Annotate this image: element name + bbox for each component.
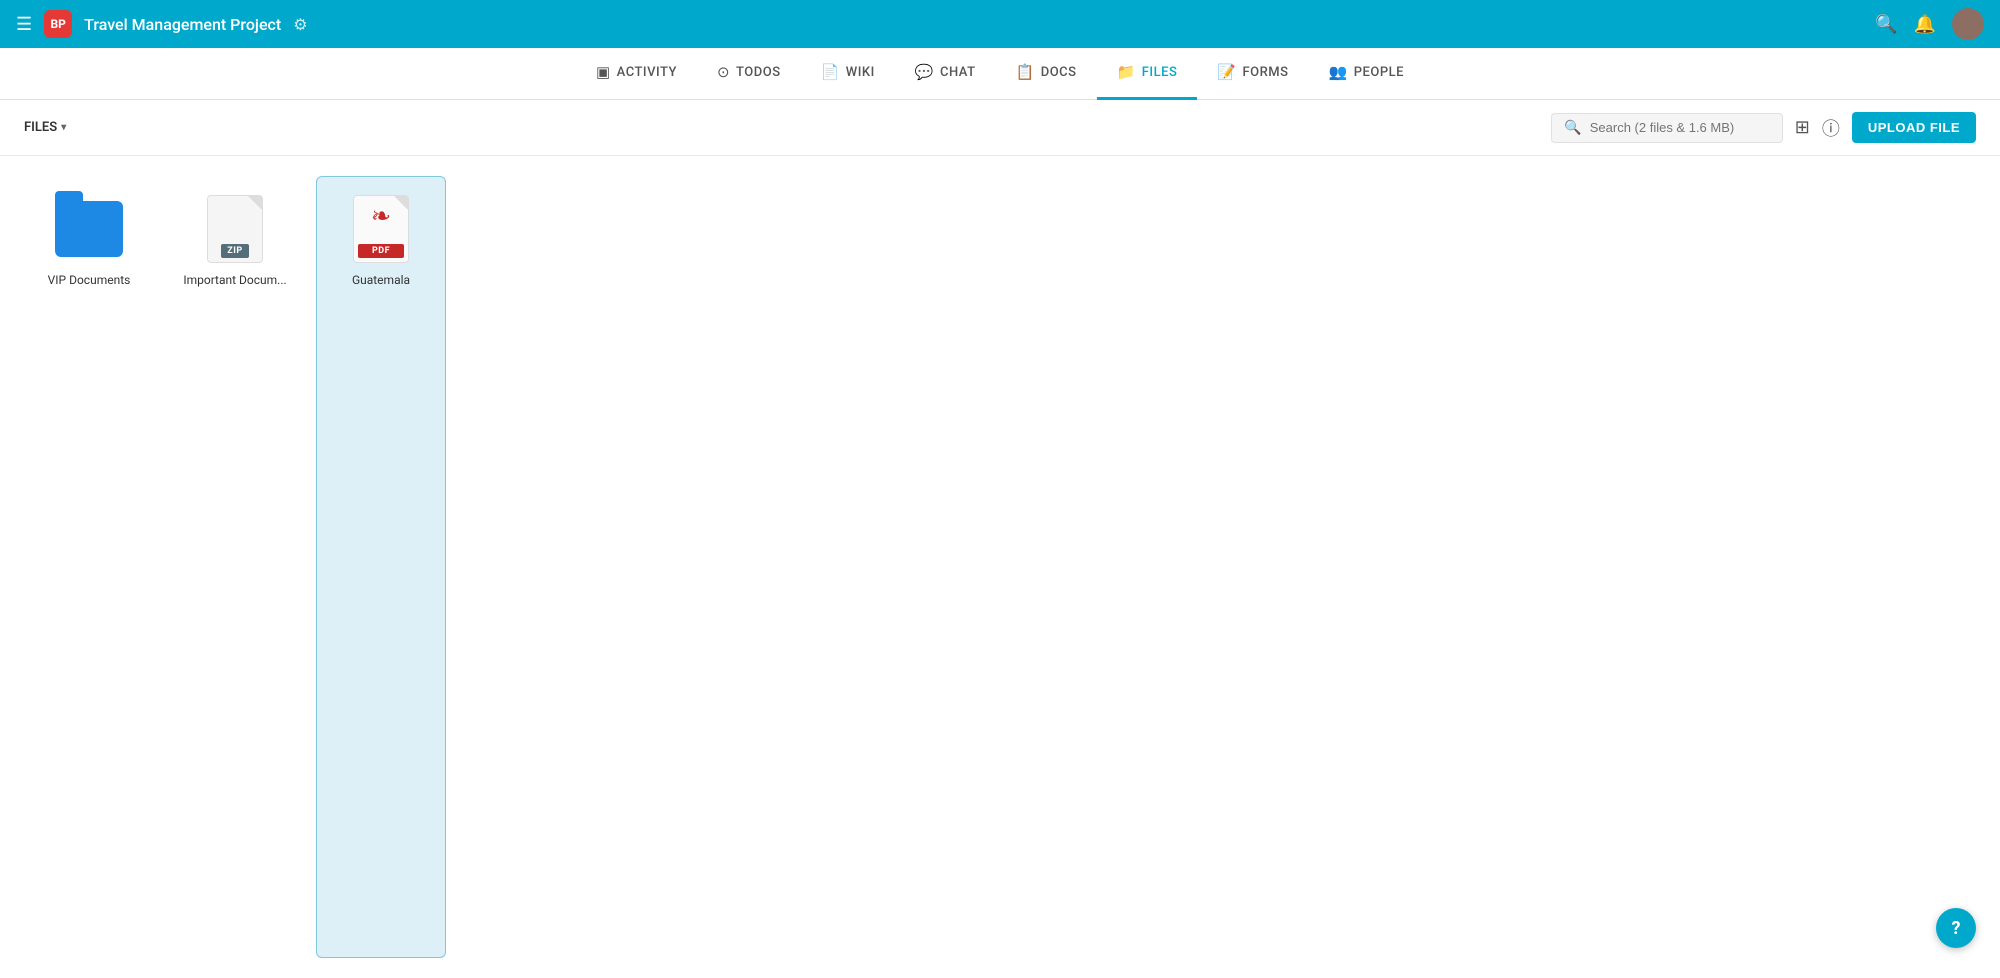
search-bar[interactable]: 🔍 [1551,113,1782,143]
zip-file-icon: ZIP [199,193,271,265]
project-title: Travel Management Project [84,15,281,34]
nav-item-people[interactable]: 👥 PEOPLE [1309,48,1424,100]
breadcrumb-label: FILES [24,120,57,135]
nav-label-activity: ACTIVITY [617,65,677,80]
forms-icon: 📝 [1217,63,1236,81]
pdf-acrobat-icon: ❧ [371,204,391,228]
docs-icon: 📋 [1016,63,1035,81]
upload-file-button[interactable]: UPLOAD FILE [1852,112,1976,143]
grid-view-icon[interactable]: ⊞ [1795,117,1810,138]
nav-item-chat[interactable]: 💬 CHAT [895,48,996,100]
nav-item-files[interactable]: 📁 FILES [1097,48,1198,100]
secondary-nav: ▣ ACTIVITY ⊙ TODOS 📄 WIKI 💬 CHAT 📋 DOCS … [0,48,2000,100]
nav-label-files: FILES [1142,65,1178,80]
file-name-guatemala: Guatemala [352,273,410,289]
chevron-down-icon: ▾ [61,122,66,133]
todos-icon: ⊙ [717,63,730,81]
avatar[interactable] [1952,8,1984,40]
people-icon: 👥 [1329,63,1348,81]
activity-icon: ▣ [596,63,611,81]
nav-item-docs[interactable]: 📋 DOCS [996,48,1097,100]
nav-label-chat: CHAT [940,65,976,80]
nav-item-todos[interactable]: ⊙ TODOS [697,48,801,100]
nav-item-forms[interactable]: 📝 FORMS [1197,48,1308,100]
nav-item-activity[interactable]: ▣ ACTIVITY [576,48,697,100]
wiki-icon: 📄 [821,63,840,81]
breadcrumb[interactable]: FILES ▾ [24,120,66,135]
files-grid: VIP Documents ZIP Important Docum... ❧ P… [0,156,2000,978]
nav-label-wiki: WIKI [846,65,875,80]
file-card-vip-documents[interactable]: VIP Documents [24,176,154,958]
bell-icon[interactable]: 🔔 [1914,14,1936,35]
file-name-important: Important Docum... [183,273,286,289]
pdf-badge: PDF [358,244,404,258]
nav-label-forms: FORMS [1243,65,1289,80]
app-logo: BP [44,10,72,38]
files-icon: 📁 [1117,63,1136,81]
search-input[interactable] [1590,120,1770,135]
chat-icon: 💬 [915,63,934,81]
nav-label-todos: TODOS [736,65,781,80]
file-card-important-documents[interactable]: ZIP Important Docum... [170,176,300,958]
search-icon: 🔍 [1564,120,1581,136]
zip-icon-shape: ZIP [207,195,263,263]
pdf-icon-shape: ❧ PDF [353,195,409,263]
topbar: ☰ BP Travel Management Project ⚙ 🔍 🔔 [0,0,2000,48]
topbar-left: ☰ BP Travel Management Project ⚙ [16,10,308,38]
folder-shape [55,201,123,257]
info-icon[interactable]: ⓘ [1822,115,1840,141]
folder-icon-vip [53,193,125,265]
help-button[interactable]: ? [1936,908,1976,948]
pdf-file-icon: ❧ PDF [345,193,417,265]
file-card-guatemala[interactable]: ❧ PDF Guatemala [316,176,446,958]
nav-label-people: PEOPLE [1354,65,1404,80]
hamburger-icon[interactable]: ☰ [16,14,32,35]
zip-badge: ZIP [221,244,248,258]
files-header: FILES ▾ 🔍 ⊞ ⓘ UPLOAD FILE [0,100,2000,156]
nav-item-wiki[interactable]: 📄 WIKI [801,48,895,100]
files-actions: 🔍 ⊞ ⓘ UPLOAD FILE [1551,112,1976,143]
file-name-vip: VIP Documents [48,273,131,289]
nav-label-docs: DOCS [1041,65,1077,80]
topbar-right: 🔍 🔔 [1875,8,1984,40]
gear-icon[interactable]: ⚙ [293,15,307,34]
search-topbar-icon[interactable]: 🔍 [1875,14,1897,35]
